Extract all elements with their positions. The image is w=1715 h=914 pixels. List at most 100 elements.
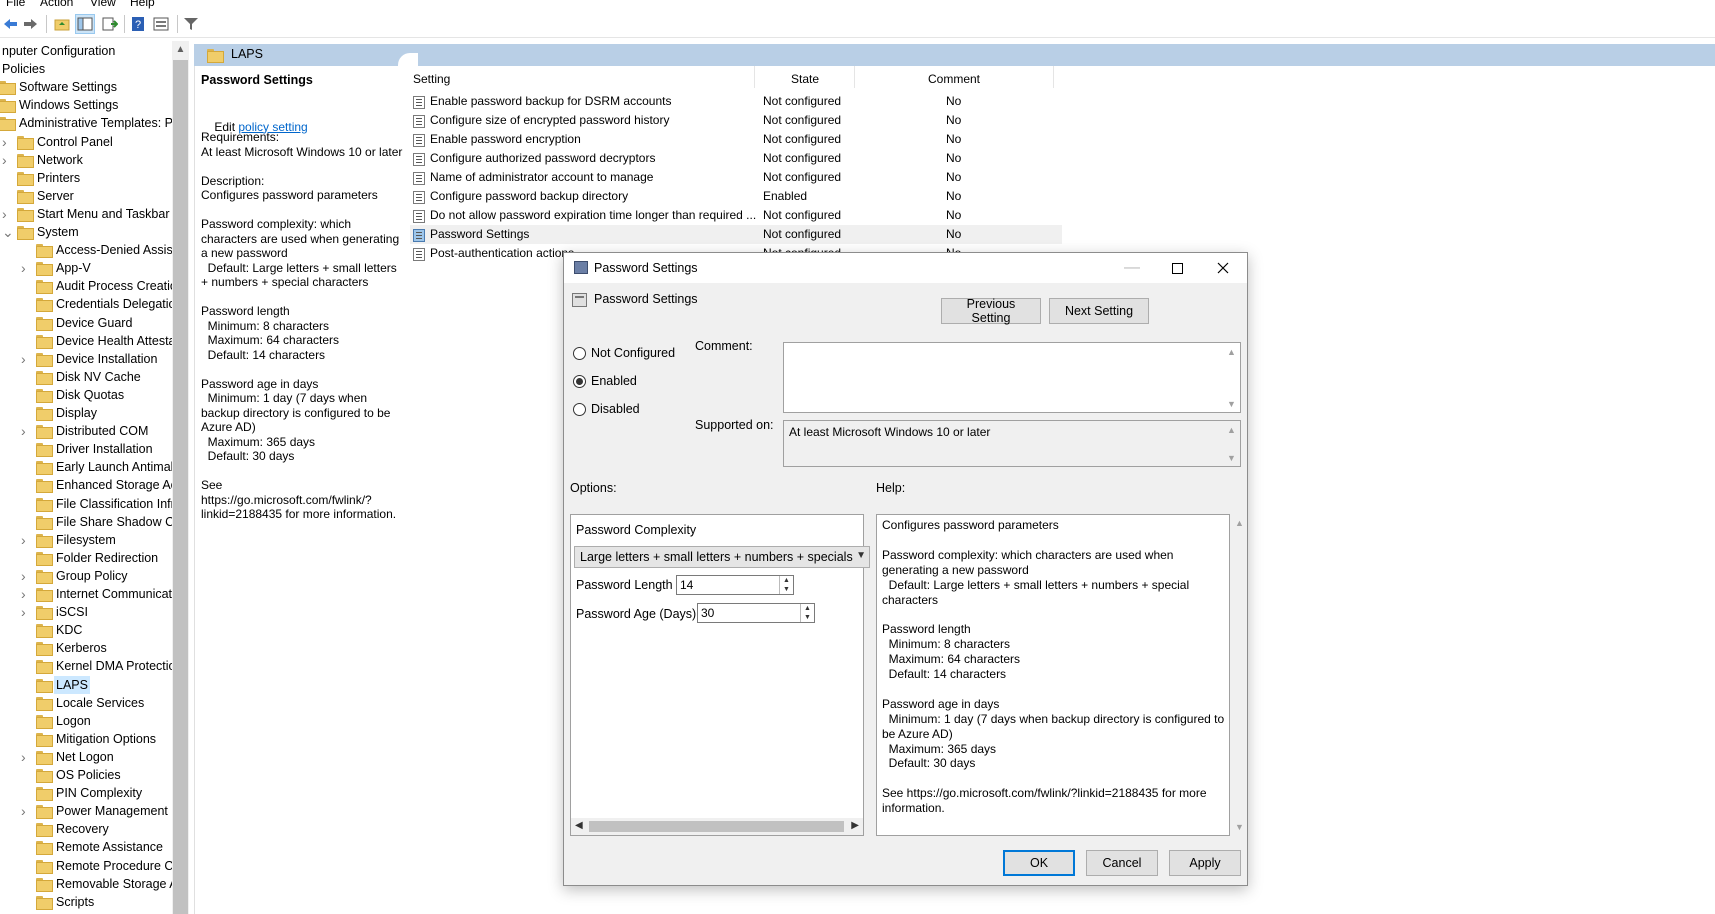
chevron-right-icon[interactable]: ›: [21, 531, 31, 549]
password-age-spinner[interactable]: 30 ▲ ▼: [697, 603, 815, 623]
chevron-right-icon[interactable]: ›: [21, 603, 31, 621]
column-header-comment[interactable]: Comment: [928, 72, 980, 86]
menu-help[interactable]: Help: [130, 0, 155, 9]
folder-icon: [36, 750, 53, 765]
radio-circle[interactable]: [573, 347, 586, 360]
password-complexity-label: Password Complexity: [576, 523, 697, 537]
spin-down-icon[interactable]: ▼: [780, 585, 793, 594]
chevron-right-icon[interactable]: ›: [21, 350, 31, 368]
chevron-right-icon[interactable]: ›: [21, 567, 31, 585]
setting-row[interactable]: Configure authorized password decryptors…: [410, 149, 1062, 168]
details-header-title: LAPS: [231, 47, 263, 61]
up-folder-icon[interactable]: [52, 14, 72, 34]
forward-arrow-icon[interactable]: [21, 14, 41, 34]
options-horizontal-scrollbar[interactable]: ◀ ▶: [571, 818, 863, 835]
export-list-icon[interactable]: [100, 14, 120, 34]
scroll-up-arrow-icon[interactable]: ▲: [1223, 343, 1240, 360]
spin-up-icon[interactable]: ▲: [780, 576, 793, 585]
password-complexity-dropdown[interactable]: Large letters + small letters + numbers …: [574, 546, 870, 568]
column-header-setting[interactable]: Setting: [413, 72, 450, 86]
minimize-icon[interactable]: —: [1109, 253, 1155, 283]
column-separator[interactable]: [854, 66, 855, 88]
show-hide-console-tree-icon[interactable]: [75, 14, 95, 34]
spinner-arrows[interactable]: ▲ ▼: [800, 604, 814, 622]
chevron-right-icon[interactable]: ›: [2, 133, 12, 151]
tree-item-label: Remote Procedure Ca: [56, 858, 172, 873]
horizontal-scrollbar-thumb[interactable]: [589, 821, 844, 832]
column-separator[interactable]: [754, 66, 755, 88]
comment-textarea[interactable]: ▲ ▼: [783, 342, 1241, 413]
folder-icon: [36, 334, 53, 349]
setting-row[interactable]: Enable password backup for DSRM accounts…: [410, 92, 1062, 111]
setting-comment: No: [946, 169, 962, 184]
scroll-down-arrow-icon[interactable]: ▼: [1223, 395, 1240, 412]
menu-view[interactable]: View: [90, 0, 116, 9]
extended-description: Password Settings Edit policy setting Re…: [194, 66, 402, 914]
filter-icon[interactable]: [181, 14, 201, 34]
chevron-right-icon[interactable]: ›: [21, 585, 31, 603]
tree-item-label: PIN Complexity: [56, 786, 143, 801]
supported-on-label: Supported on:: [695, 418, 774, 432]
tree-item-label: Audit Process Creatio: [56, 279, 172, 294]
scroll-down-arrow-icon[interactable]: ▼: [1223, 449, 1240, 466]
setting-row[interactable]: Name of administrator account to manage N…: [410, 168, 1062, 187]
setting-row[interactable]: Do not allow password expiration time lo…: [410, 206, 1062, 225]
password-length-spinner[interactable]: 14 ▲ ▼: [676, 575, 794, 595]
menu-action[interactable]: Action: [40, 0, 73, 9]
console-tree[interactable]: nputer Configuration Policies Software Set…: [0, 41, 172, 914]
supported-scrollbar[interactable]: ▲ ▼: [1223, 421, 1240, 466]
help-scrollbar[interactable]: ▲ ▼: [1231, 514, 1248, 836]
tree-item-label: Server: [37, 188, 74, 203]
setting-row[interactable]: Password Settings Not configured No: [410, 225, 1062, 245]
close-icon[interactable]: [1200, 253, 1246, 283]
back-arrow-icon[interactable]: [0, 14, 20, 34]
previous-setting-button[interactable]: Previous Setting: [941, 297, 1041, 325]
radio-circle-selected[interactable]: [573, 375, 586, 388]
spin-up-icon[interactable]: ▲: [801, 604, 814, 613]
tree-item-label: App-V: [56, 261, 91, 276]
chevron-right-icon[interactable]: ›: [2, 151, 12, 169]
chevron-right-icon[interactable]: ›: [21, 748, 31, 766]
properties-icon[interactable]: [151, 14, 171, 34]
chevron-down-icon[interactable]: ⌄: [2, 223, 14, 241]
column-header-state[interactable]: State: [791, 72, 819, 86]
menu-file[interactable]: File: [6, 0, 25, 9]
scroll-up-arrow-icon[interactable]: ▲: [1223, 421, 1240, 438]
description-line: Description:: [201, 173, 265, 188]
apply-button[interactable]: Apply: [1169, 850, 1241, 876]
folder-icon: [207, 49, 224, 63]
chevron-right-icon[interactable]: ›: [21, 802, 31, 820]
chevron-right-icon[interactable]: ›: [2, 205, 12, 223]
setting-row[interactable]: Enable password encryption Not configured…: [410, 130, 1062, 149]
dialog-title-bar[interactable]: Password Settings —: [564, 253, 1247, 283]
chevron-right-icon[interactable]: ›: [21, 422, 31, 440]
folder-icon: [36, 407, 53, 421]
comment-scrollbar[interactable]: ▲ ▼: [1223, 343, 1240, 412]
scroll-up-arrow-icon[interactable]: ▲: [1231, 518, 1248, 528]
setting-state: Not configured: [763, 150, 842, 165]
folder-icon: [36, 769, 53, 783]
tree-item-label: Locale Services: [56, 695, 145, 710]
scroll-down-arrow-icon[interactable]: ▼: [1231, 822, 1248, 832]
tree-item-label: File Share Shadow Co: [56, 514, 172, 529]
cancel-button[interactable]: Cancel: [1086, 850, 1158, 876]
help-line: characters: [882, 592, 939, 607]
column-separator[interactable]: [1053, 66, 1054, 88]
scroll-up-arrow-icon[interactable]: ▲: [172, 41, 189, 58]
radio-circle[interactable]: [573, 403, 586, 416]
help-icon[interactable]: ?: [128, 14, 148, 34]
scroll-right-arrow-icon[interactable]: ▶: [851, 820, 859, 831]
setting-row[interactable]: Configure password backup directory Enabl…: [410, 187, 1062, 206]
maximize-icon[interactable]: [1154, 253, 1200, 283]
tree-item-label: Administrative Templates: Po: [19, 116, 172, 131]
chevron-right-icon[interactable]: ›: [21, 259, 31, 277]
setting-row[interactable]: Configure size of encrypted password his…: [410, 111, 1062, 130]
next-setting-button[interactable]: Next Setting: [1049, 298, 1149, 324]
spinner-arrows[interactable]: ▲ ▼: [779, 576, 793, 594]
scroll-left-arrow-icon[interactable]: ◀: [575, 820, 583, 831]
tree-scrollbar-thumb[interactable]: [173, 60, 188, 914]
ok-button[interactable]: OK: [1003, 850, 1075, 876]
setting-name: Enable password encryption: [430, 131, 581, 146]
spin-down-icon[interactable]: ▼: [801, 613, 814, 622]
tree-item-label: iSCSI: [56, 605, 88, 620]
